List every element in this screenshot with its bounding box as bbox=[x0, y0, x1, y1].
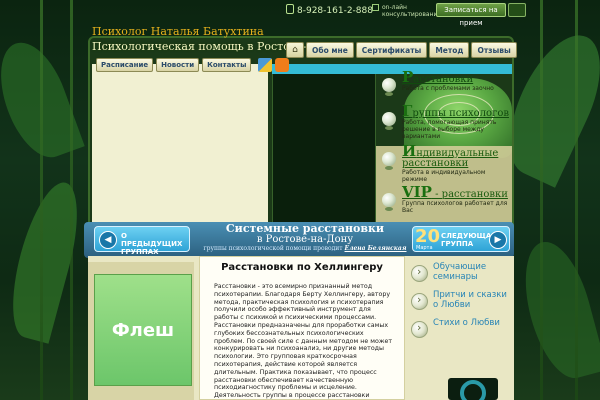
link-poems[interactable]: Стихи о Любви bbox=[409, 318, 514, 338]
nav-schedule[interactable]: Расписание bbox=[96, 58, 154, 72]
service-item[interactable]: VIP - расстановки Группа психологов рабо… bbox=[378, 185, 512, 217]
previous-groups-button[interactable]: ◀ О ПРЕДЫДУЩИХ ГРУППАХ bbox=[94, 226, 190, 256]
next-group-month: Марта bbox=[416, 245, 433, 251]
link-parables[interactable]: Притчи и сказки о Любви bbox=[409, 290, 514, 310]
service-item[interactable]: Группы психологов Работа, помогающая при… bbox=[378, 104, 512, 140]
target-image bbox=[448, 378, 498, 400]
media-pane bbox=[272, 64, 376, 224]
background-vine bbox=[70, 0, 73, 400]
arrow-right-icon: ▶ bbox=[489, 231, 507, 249]
home-icon: ⌂ bbox=[292, 45, 298, 55]
background-leaf bbox=[512, 234, 600, 386]
background-vine bbox=[40, 0, 43, 400]
chevron-right-icon bbox=[411, 265, 428, 282]
nav-reviews[interactable]: Отзывы bbox=[471, 42, 517, 58]
link-seminars[interactable]: Обучающие семинары bbox=[409, 262, 514, 282]
sub-nav: Расписание Новости Контакты bbox=[96, 58, 290, 74]
sitemap-icon[interactable] bbox=[258, 58, 273, 72]
next-group-day: 20 bbox=[415, 226, 441, 247]
home-button[interactable]: ⌂ bbox=[286, 42, 304, 58]
arrow-left-icon: ◀ bbox=[99, 231, 117, 249]
nav-method[interactable]: Метод bbox=[429, 42, 470, 58]
service-item[interactable]: Расстановки Работа с проблемами заочно bbox=[378, 70, 512, 102]
next-group-button[interactable]: 20 Марта СЛЕДУЮЩАЯ ГРУППА ▶ bbox=[412, 226, 510, 252]
flash-banner[interactable]: Флеш bbox=[94, 274, 192, 386]
background-leaf bbox=[0, 176, 90, 344]
online-consult-link[interactable]: on-лайн консультирование bbox=[372, 4, 441, 18]
services-list: Расстановки Работа с проблемами заочно Г… bbox=[378, 70, 512, 221]
ball-icon bbox=[382, 152, 396, 170]
background-vine bbox=[575, 0, 578, 400]
main-nav: ⌂ Обо мне Сертификаты Метод Отзывы bbox=[286, 42, 517, 60]
banner-subtitle: в Ростове-на-Дону bbox=[256, 234, 354, 245]
nav-certificates[interactable]: Сертификаты bbox=[355, 42, 428, 58]
nav-about[interactable]: Обо мне bbox=[306, 42, 354, 58]
left-content-pane bbox=[92, 64, 268, 224]
service-item[interactable]: Индивидуальные расстановки Работа в инди… bbox=[378, 144, 512, 183]
chevron-right-icon bbox=[411, 321, 428, 338]
nav-news[interactable]: Новости bbox=[156, 58, 200, 72]
ball-icon bbox=[382, 193, 396, 211]
callback-button[interactable] bbox=[508, 3, 526, 17]
rss-icon[interactable] bbox=[275, 58, 290, 72]
author-link[interactable]: Елена Белянская bbox=[345, 245, 407, 252]
article-body: Расстановки - это всемирно признанный ме… bbox=[214, 283, 393, 400]
chat-icon bbox=[372, 4, 379, 11]
banner-note: группы психологической помощи проводит Е… bbox=[203, 245, 407, 252]
signup-button[interactable]: Записаться на прием bbox=[436, 3, 506, 27]
ball-icon bbox=[382, 112, 396, 130]
background-vine bbox=[540, 0, 543, 400]
site-title[interactable]: Психолог Наталья Батухтина bbox=[92, 26, 264, 37]
article-title: Расстановки по Хеллингеру bbox=[221, 262, 383, 273]
chevron-right-icon bbox=[411, 293, 428, 310]
nav-contacts[interactable]: Контакты bbox=[202, 58, 252, 72]
phone-number: 8-928-161-2-888 bbox=[286, 4, 373, 16]
ball-icon bbox=[382, 78, 396, 96]
phone-icon bbox=[286, 4, 294, 14]
